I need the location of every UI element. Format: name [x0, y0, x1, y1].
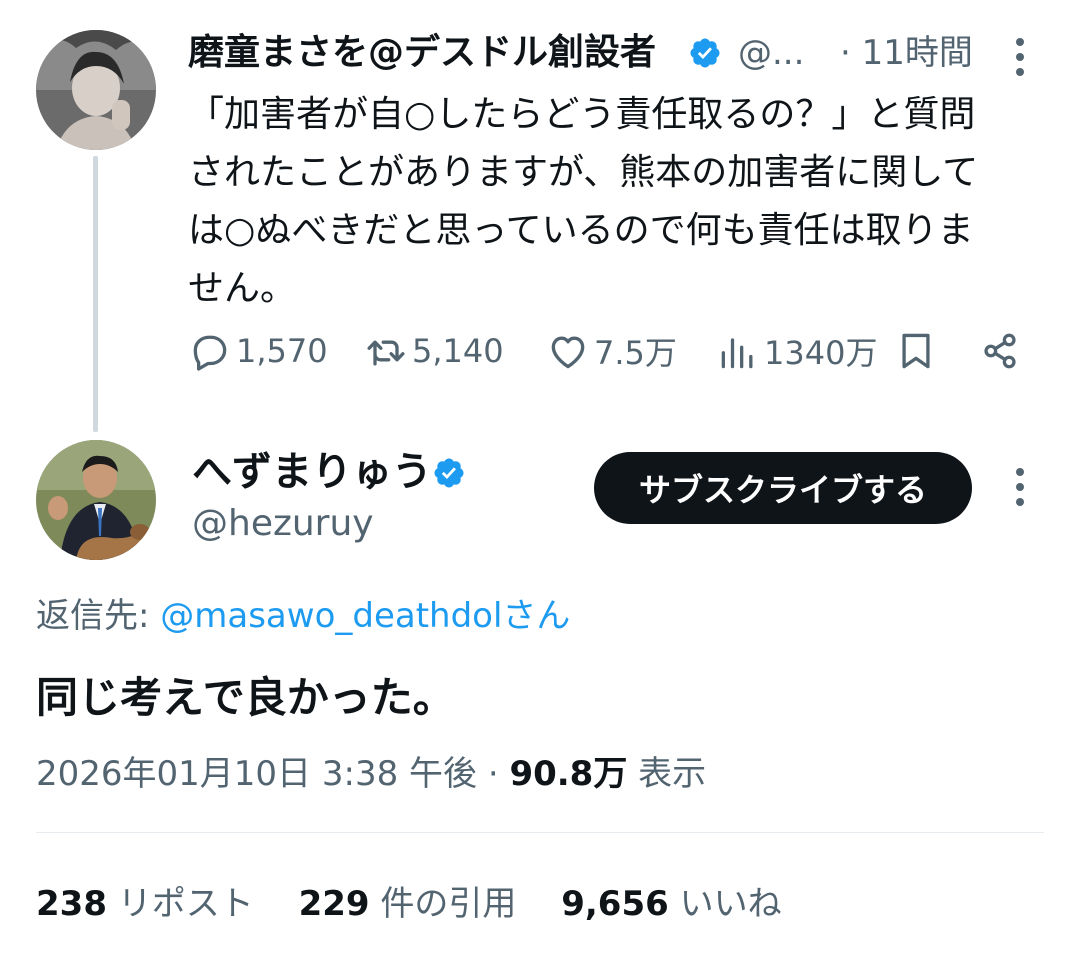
engagement-stats: 238 リポスト 229 件の引用 9,656 いいね — [36, 876, 816, 932]
tweet-views-label: 表示 — [627, 754, 707, 794]
tweet-text-line: せん。 — [188, 268, 297, 309]
parent-tweet-actions: 1,570 5,140 7.5万 1340万 — [188, 325, 1038, 377]
retweet-icon — [367, 340, 405, 366]
share-icon[interactable] — [978, 329, 1022, 373]
parent-tweet-text: 「加害者が自○したらどう責任取るの？」と質問 されたことがありますが、熊本の加害… — [188, 86, 1048, 318]
quotes-count: 229 — [298, 884, 370, 924]
verified-badge-icon — [690, 38, 720, 68]
reply-author-avatar[interactable] — [36, 440, 156, 560]
parent-author-avatar[interactable] — [36, 30, 156, 150]
retweet-button[interactable]: 5,140 — [364, 325, 504, 377]
tweet-timestamp[interactable]: 2026年01月10日 3:38 午後 · — [36, 754, 509, 794]
tweet-text-line: 「加害者が自○したらどう責任取るの？」と質問 — [188, 94, 976, 135]
tweet-views-count: 90.8万 — [509, 754, 628, 794]
views-icon — [721, 338, 753, 369]
reposts-count: 238 — [36, 884, 107, 924]
like-icon — [551, 336, 585, 369]
bookmark-icon[interactable] — [894, 329, 938, 373]
likes-label: いいね — [668, 884, 782, 924]
views-button[interactable]: 1340万 — [716, 325, 877, 377]
tweet-text-line: は○ぬべきだと思っているので何も責任は取りま — [188, 210, 974, 251]
reply-author-name[interactable]: へずまりゅう — [192, 446, 432, 498]
verified-badge-icon — [434, 458, 464, 488]
views-count: 1340万 — [764, 334, 878, 372]
reply-tweet-text: 同じ考えで良かった。 — [36, 673, 455, 722]
reply-button[interactable]: 1,570 — [188, 325, 328, 377]
parent-tweet-time[interactable]: · 11時間 — [840, 30, 973, 76]
reply-icon — [193, 335, 227, 371]
divider — [36, 832, 1044, 833]
likes-stat[interactable]: 9,656 いいね — [561, 884, 781, 924]
more-options-icon[interactable] — [1013, 466, 1027, 508]
parent-author-name[interactable]: 磨童まさを@デスドル創設者 — [188, 30, 656, 76]
quotes-label: 件の引用 — [369, 884, 517, 924]
retweet-count: 5,140 — [412, 332, 504, 370]
reply-to-prefix: 返信先: — [36, 596, 161, 636]
likes-count: 9,656 — [561, 884, 669, 924]
reposts-label: リポスト — [106, 884, 254, 924]
like-button[interactable]: 7.5万 — [546, 325, 677, 377]
reply-author-handle[interactable]: @hezuruy — [192, 500, 374, 548]
tweet-text-line: されたことがありますが、熊本の加害者に関して — [188, 152, 979, 193]
more-options-icon[interactable] — [1013, 36, 1027, 78]
parent-author-handle[interactable]: @... — [738, 30, 804, 76]
reply-count: 1,570 — [236, 332, 328, 370]
subscribe-button[interactable]: サブスクライブする — [594, 452, 972, 524]
quotes-stat[interactable]: 229 件の引用 — [299, 884, 517, 924]
thread-connector-line — [93, 156, 98, 432]
reposts-stat[interactable]: 238 リポスト — [36, 884, 254, 924]
tweet-meta: 2026年01月10日 3:38 午後 · 90.8万 表示 — [36, 748, 706, 800]
like-count: 7.5万 — [594, 334, 677, 372]
reply-to-mention-link[interactable]: @masawo_deathdolさん — [160, 596, 570, 636]
reply-to-line: 返信先: @masawo_deathdolさん — [36, 592, 570, 640]
